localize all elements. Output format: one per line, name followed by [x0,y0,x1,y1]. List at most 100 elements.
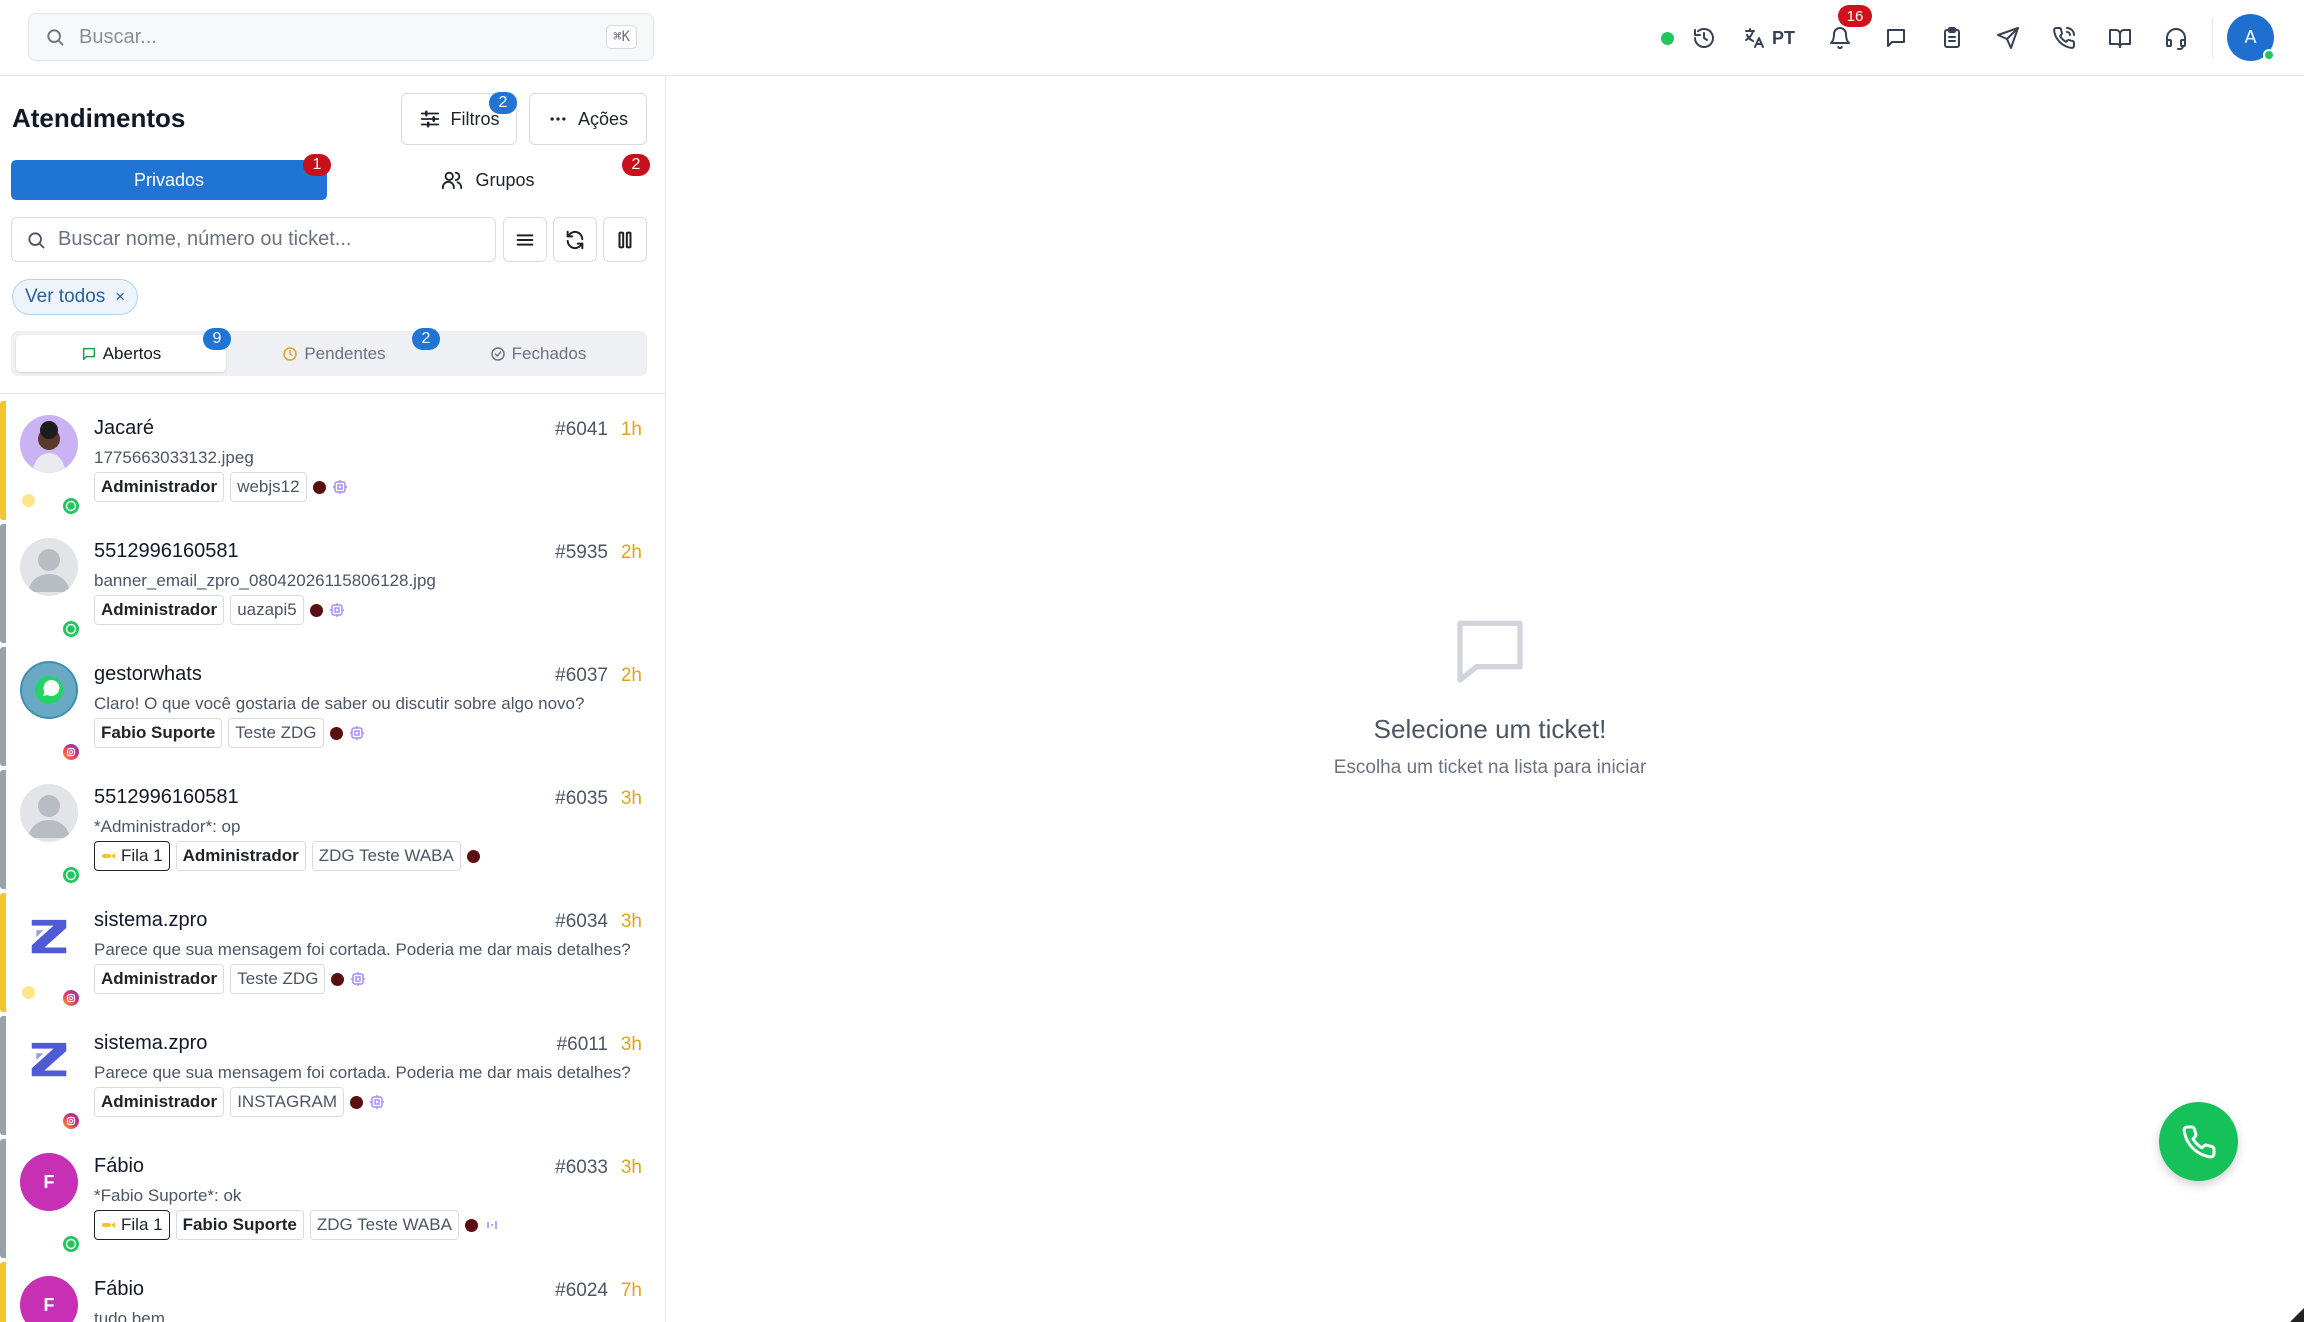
ticket-number: #6041 [555,419,608,440]
tab-private[interactable]: Privados [11,160,327,200]
tab-closed[interactable]: Fechados [433,335,643,372]
last-message: banner_email_zpro_08042026115806128.jpg [94,571,436,590]
language-switcher[interactable]: PT [1742,22,1795,54]
tab-groups[interactable]: Grupos [330,160,646,200]
users-icon [441,169,463,191]
phone-call-icon[interactable] [2046,20,2082,56]
ticket-row[interactable]: F Fábio #6033 3h *Fabio Suporte*: ok Fila 1 Fa… [0,1137,665,1260]
actions-label: Ações [577,108,629,129]
ticket-search-input[interactable]: Buscar nome, número ou ticket... [11,217,496,262]
clock-icon [282,346,298,362]
status-segmented-control: Abertos Pendentes Fechados [11,331,647,376]
contact-avatar [20,538,78,596]
tab-groups-badge: 2 [622,154,650,176]
last-message: 1775663033132.jpeg [94,448,254,467]
whatsapp-icon [63,498,79,514]
empty-state-title: Selecione um ticket! [1373,714,1607,744]
contact-name: gestorwhats [94,663,202,685]
message-square-icon [81,346,97,362]
resize-handle[interactable] [2290,1308,2304,1322]
contact-name: sistema.zpro [94,1032,208,1054]
waveform-icon [484,1217,500,1233]
ticket-time: 3h [620,788,642,809]
priority-dot-icon [312,480,326,494]
kanban-view-button[interactable] [603,217,647,262]
global-search-input[interactable]: Buscar... ⌘K [28,13,654,61]
close-icon[interactable]: × [115,287,125,307]
ticket-row[interactable]: sistema.zpro #6011 3h Parece que sua mensag… [0,1014,665,1137]
ticket-status-bar [0,401,6,520]
ticket-tags: Administrador INSTAGRAM [94,1086,385,1118]
agent-tag: Administrador [94,472,225,502]
priority-dot-icon [331,972,345,986]
tab-pending[interactable]: Pendentes [229,335,439,372]
page-title: Atendimentos [12,103,186,133]
instagram-icon [63,1113,79,1129]
search-shortcut-hint: ⌘K [606,25,637,49]
ticket-row[interactable]: gestorwhats #6037 2h Claro! O que você gost… [0,645,665,768]
user-avatar[interactable]: A [2227,14,2275,61]
last-message: Parece que sua mensagem foi cortada. Pod… [94,1063,631,1082]
tab-open-badge: 9 [203,328,231,350]
empty-state-subtitle: Escolha um ticket na lista para iniciar [1333,757,1647,778]
contact-avatar [20,784,78,842]
priority-dot-icon [464,1218,478,1232]
send-icon[interactable] [1990,20,2026,56]
ticket-time: 2h [620,542,642,563]
ticket-time: 7h [620,1280,642,1301]
pending-indicator-icon [22,494,35,507]
list-view-button[interactable] [503,217,547,262]
connection-tag: uazapi5 [230,595,304,625]
contact-name: 5512996160581 [94,786,239,808]
clipboard-icon[interactable] [1934,20,1970,56]
bot-icon [329,602,345,618]
priority-dot-icon [350,1095,363,1109]
tab-pending-label: Pendentes [304,343,386,363]
filter-chip-all[interactable]: Ver todos × [12,279,139,315]
priority-dot-icon [329,726,343,740]
tickets-panel: Atendimentos Filtros 2 Ações Privados 1 … [0,76,666,1322]
bot-icon [349,725,365,741]
contact-name: sistema.zpro [94,909,208,931]
ticket-row[interactable]: Jacaré #6041 1h 1775663033132.jpeg Administr… [0,399,665,522]
ticket-status-bar [0,770,6,889]
headset-icon[interactable] [2158,20,2194,56]
bot-icon [350,971,366,987]
new-call-button[interactable] [2159,1102,2238,1181]
filters-label: Filtros [450,108,500,129]
ticket-tags: Fabio Suporte Teste ZDG [94,717,365,749]
toolbar-divider [2212,18,2213,58]
ticket-row[interactable]: 5512996160581 #5935 2h banner_email_zpro_08… [0,522,665,645]
contact-avatar [20,415,78,473]
actions-button[interactable]: Ações [529,93,647,145]
chat-icon[interactable] [1878,20,1914,56]
bot-icon [369,1094,385,1110]
ticket-time: 3h [620,911,642,932]
queue-tag: Fila 1 [94,841,170,871]
ticket-tags: Fila 1 Administrador ZDG Teste WABA [94,840,480,872]
ticket-number: #5935 [555,542,608,563]
ticket-time: 3h [620,1157,642,1178]
book-icon[interactable] [2102,20,2138,56]
ticket-row[interactable]: F Fábio #6024 7h tudo bem [0,1260,665,1322]
filters-count-badge: 2 [489,92,517,114]
ticket-row[interactable]: 5512996160581 #6035 3h *Administrador*: op F… [0,768,665,891]
ticket-row[interactable]: sistema.zpro #6034 3h Parece que sua mensag… [0,891,665,1014]
instagram-icon [63,744,79,760]
agent-tag: Administrador [175,841,306,871]
history-icon[interactable] [1686,20,1722,56]
search-icon [26,230,46,250]
menu-icon [514,229,536,251]
contact-name: Jacaré [94,417,155,439]
empty-state: Selecione um ticket! Escolha um ticket n… [1310,610,1670,779]
refresh-button[interactable] [553,217,597,262]
last-message: Parece que sua mensagem foi cortada. Pod… [94,940,631,959]
last-message: *Administrador*: op [94,817,241,836]
ticket-status-bar [0,1139,6,1258]
contact-avatar: F [20,1153,78,1211]
pointing-hand-icon [101,1218,117,1232]
agent-tag: Administrador [94,595,225,625]
tab-open[interactable]: Abertos [16,335,226,372]
queue-tag-label: Fila 1 [121,1215,163,1234]
connection-tag: INSTAGRAM [230,1087,344,1117]
